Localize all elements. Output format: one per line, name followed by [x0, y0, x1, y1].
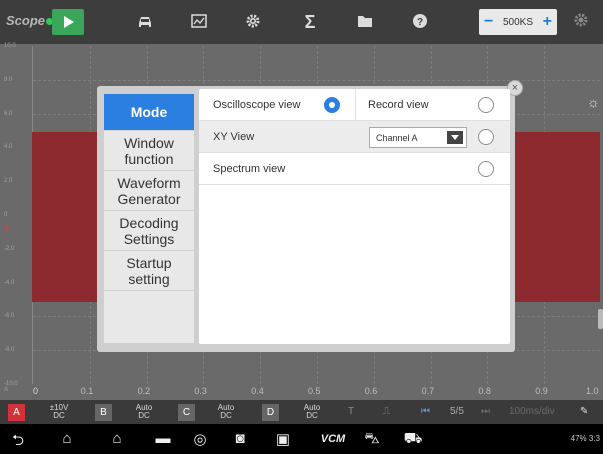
- rate-increase-button[interactable]: +: [543, 13, 552, 31]
- pen-icon[interactable]: ✎: [580, 406, 588, 417]
- channel-select[interactable]: Channel A: [369, 127, 467, 148]
- x-tick-label: 0.5: [308, 386, 321, 396]
- y-tick-label: -8.0: [4, 347, 15, 354]
- trigger-button[interactable]: T: [348, 406, 354, 417]
- spectrum-view-label: Spectrum view: [213, 163, 286, 175]
- mode-row-1: Oscilloscope view Record view: [199, 89, 510, 121]
- folder-icon[interactable]: [355, 12, 375, 32]
- x-tick-label: 0.2: [137, 386, 151, 396]
- channel-d-coupling: DC: [306, 411, 318, 420]
- browser-icon[interactable]: ◎: [190, 430, 210, 448]
- mode-row-2: XY View Channel A: [199, 121, 510, 153]
- sidebar-item-decoding-settings[interactable]: Decoding Settings: [104, 211, 194, 251]
- sample-rate-value: 500KS: [502, 16, 534, 28]
- help-icon[interactable]: ?: [410, 12, 430, 32]
- vehicle-icon[interactable]: ⛍: [362, 430, 382, 449]
- recent-apps-icon[interactable]: ▬: [153, 430, 173, 447]
- sidebar-item-startup-setting[interactable]: Startup setting: [104, 251, 194, 291]
- brightness-icon[interactable]: ☼: [587, 94, 600, 110]
- y-tick-label: -6.0: [4, 313, 15, 320]
- xy-view-radio[interactable]: [478, 129, 494, 145]
- y-tick-label: 0: [4, 212, 8, 218]
- y-tick-label: 10.0: [4, 43, 16, 49]
- svg-text:?: ?: [417, 17, 423, 28]
- mode-panel: Oscilloscope view Record view XY View Ch…: [199, 89, 510, 344]
- rate-decrease-button[interactable]: −: [484, 13, 493, 31]
- spectrum-view-radio[interactable]: [478, 161, 494, 177]
- scroll-handle[interactable]: [598, 309, 603, 329]
- car-service-icon[interactable]: ⛟: [403, 430, 423, 449]
- sidebar-item-mode[interactable]: Mode: [104, 94, 194, 131]
- trigger-edge-icon[interactable]: ⎍: [383, 406, 390, 417]
- channel-a-button[interactable]: A: [8, 404, 25, 421]
- top-toolbar: Scope Σ ? − 500KS +: [0, 0, 603, 44]
- app-logo: Scope: [6, 13, 54, 28]
- x-tick-label: 0.6: [364, 386, 378, 396]
- app-logo-text: Scope: [6, 13, 46, 28]
- page-indicator: 5/5: [450, 406, 464, 417]
- x-tick-label: 0.9: [535, 386, 548, 396]
- channel-bar: A ±10V DC B Auto DC C Auto DC D Auto DC …: [0, 400, 603, 424]
- x-tick-label: 0.8: [478, 386, 491, 396]
- channel-a-info[interactable]: ±10V DC: [45, 404, 73, 420]
- channel-b-info[interactable]: Auto DC: [130, 404, 158, 420]
- sigma-icon[interactable]: Σ: [300, 12, 320, 32]
- chevron-down-icon[interactable]: [447, 131, 463, 144]
- channel-b-button[interactable]: B: [95, 404, 112, 421]
- status-text: 47% 3:3: [570, 434, 600, 443]
- play-button[interactable]: [52, 9, 84, 35]
- back-icon[interactable]: ⮌: [8, 430, 28, 454]
- oscilloscope-view-radio[interactable]: [324, 97, 340, 113]
- row-divider: [355, 89, 356, 121]
- car-icon[interactable]: [135, 12, 155, 32]
- y-tick-label: 6.0: [4, 110, 13, 117]
- y-tick-label: 4.0: [4, 144, 13, 151]
- channel-select-value: Channel A: [376, 133, 418, 143]
- sidebar-item-window-function[interactable]: Window function: [104, 131, 194, 171]
- xy-view-label: XY View: [213, 131, 255, 143]
- y-tick-label: 8.0: [4, 76, 13, 83]
- channel-d-button[interactable]: D: [262, 404, 279, 421]
- system-nav-bar: ⮌ ⌂ ⌂ ▬ ◎ ◙ ▣ VCM ⛍ ⛟ 47% 3:3: [0, 424, 603, 454]
- channel-c-info[interactable]: Auto DC: [212, 404, 240, 420]
- y-tick-label: -4.0: [4, 279, 15, 286]
- channel-b-coupling: DC: [138, 411, 150, 420]
- ground-marker-icon[interactable]: ⏚: [2, 219, 12, 234]
- y-tick-label: -2.0: [4, 245, 15, 252]
- home-icon[interactable]: ⌂: [57, 430, 77, 447]
- camera-icon[interactable]: ◙: [230, 430, 250, 447]
- dialog-sidebar: Mode Window function Waveform Generator …: [104, 94, 194, 343]
- sidebar-item-waveform-generator[interactable]: Waveform Generator: [104, 171, 194, 211]
- vcm-icon[interactable]: VCM: [318, 433, 348, 445]
- oscilloscope-view-label: Oscilloscope view: [213, 99, 301, 111]
- x-tick-label: 0.4: [251, 386, 264, 396]
- channel-c-coupling: DC: [220, 411, 232, 420]
- gear-icon[interactable]: [243, 12, 263, 32]
- timebase-value[interactable]: 100ms/div: [509, 406, 555, 417]
- last-page-icon[interactable]: ⏭: [481, 406, 490, 417]
- channel-d-info[interactable]: Auto DC: [298, 404, 326, 420]
- chart-icon[interactable]: [189, 12, 209, 32]
- screen-capture-icon[interactable]: ▣: [273, 430, 293, 448]
- y-unit-label: A: [4, 387, 9, 393]
- channel-a-coupling: DC: [53, 411, 65, 420]
- x-origin-label[interactable]: 0: [32, 386, 40, 400]
- x-tick-label: 1.0: [586, 386, 599, 396]
- sample-rate-control: − 500KS +: [479, 9, 557, 35]
- house-app-icon[interactable]: ⌂: [107, 430, 127, 447]
- first-page-icon[interactable]: ⏮: [421, 406, 430, 417]
- record-view-radio[interactable]: [478, 97, 494, 113]
- x-tick-label: 0.1: [80, 386, 94, 396]
- x-tick-label: 0.3: [194, 386, 207, 396]
- x-tick-label: 0.7: [421, 386, 435, 396]
- mode-row-3: Spectrum view: [199, 153, 510, 185]
- settings-gear-icon[interactable]: [569, 11, 593, 33]
- channel-c-button[interactable]: C: [178, 404, 195, 421]
- y-tick-label: 2.0: [4, 178, 13, 185]
- record-view-label: Record view: [368, 99, 429, 111]
